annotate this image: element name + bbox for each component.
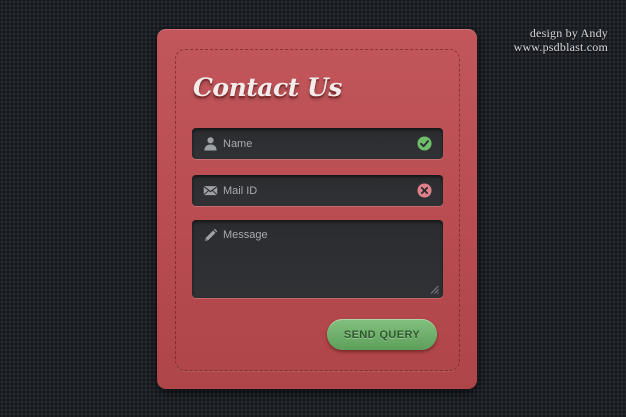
send-query-button[interactable]: SEND QUERY [327, 319, 437, 350]
credit-author: design by Andy [529, 26, 608, 40]
mail-input[interactable] [223, 175, 403, 206]
designer-credit: design by Andy www.psdblast.com [514, 26, 608, 54]
name-field[interactable] [192, 128, 443, 159]
check-icon [417, 136, 432, 151]
mail-field[interactable] [192, 175, 443, 206]
name-input[interactable] [223, 128, 403, 159]
pencil-icon [203, 228, 218, 243]
form-title: Contact Us [193, 73, 342, 102]
message-field[interactable] [192, 220, 443, 298]
contact-form-card: Contact Us Name Mail ID Message SEND QUE… [157, 29, 477, 389]
resize-handle-icon[interactable] [430, 285, 439, 294]
user-icon [203, 136, 218, 151]
message-textarea[interactable] [223, 229, 428, 289]
envelope-icon [203, 183, 218, 198]
credit-website: www.psdblast.com [513, 40, 608, 54]
error-x-icon [417, 183, 432, 198]
